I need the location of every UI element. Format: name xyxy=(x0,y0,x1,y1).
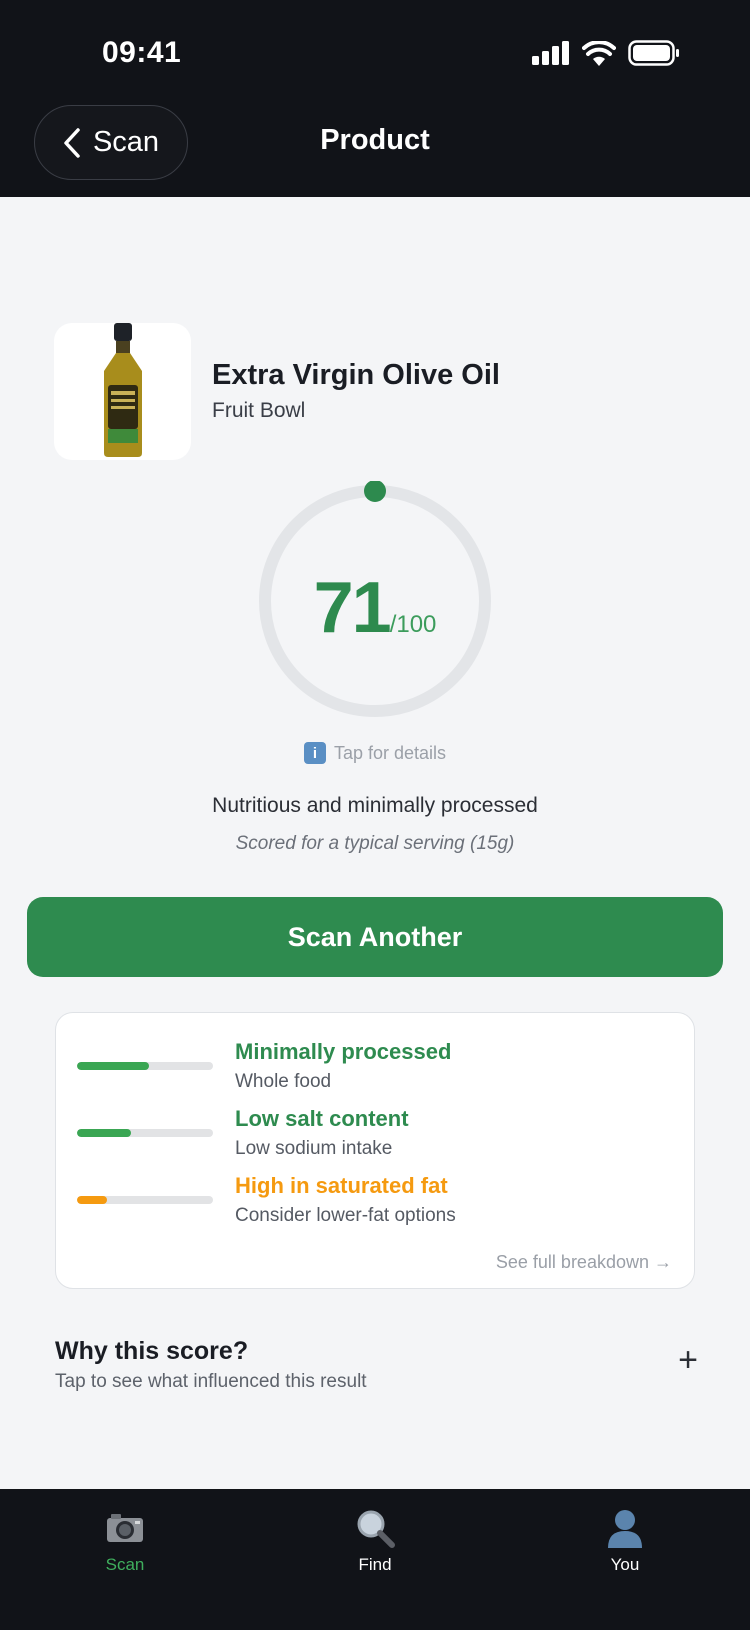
factor-row: Low salt content Low sodium intake xyxy=(56,1098,696,1160)
info-icon: i xyxy=(303,742,326,764)
why-title: Why this score? xyxy=(55,1337,249,1365)
factor-subtitle: Consider lower-fat options xyxy=(235,1205,456,1226)
factor-title: Low salt content xyxy=(235,1106,409,1131)
factor-subtitle: Whole food xyxy=(235,1071,332,1092)
see-full-breakdown-link[interactable]: See full breakdown → xyxy=(496,1252,672,1273)
tab-find-label: Find xyxy=(358,1555,392,1574)
main-content: Extra Virgin Olive Oil Fruit Bowl 71/100… xyxy=(0,197,750,1489)
status-icons xyxy=(532,40,680,66)
page-title: Product xyxy=(320,124,430,156)
tab-you-label: You xyxy=(610,1555,640,1574)
factor-title: High in saturated fat xyxy=(235,1173,448,1198)
camera-icon xyxy=(105,1507,145,1549)
signal-icon xyxy=(532,41,569,65)
why-subtitle: Tap to see what influenced this result xyxy=(55,1371,367,1392)
score-indicator-dot xyxy=(364,481,386,502)
factor-bar xyxy=(77,1196,213,1204)
factor-bar-fill xyxy=(77,1062,150,1070)
expand-plus-icon[interactable]: + xyxy=(678,1341,698,1380)
product-name: Extra Virgin Olive Oil xyxy=(212,359,500,391)
factor-subtitle: Low sodium intake xyxy=(235,1138,393,1159)
status-time: 09:41 xyxy=(102,36,182,69)
olive-oil-bottle-icon xyxy=(103,322,142,457)
wifi-icon xyxy=(582,40,616,66)
tab-scan[interactable]: Scan xyxy=(50,1507,200,1587)
tab-scan-label: Scan xyxy=(105,1555,145,1574)
score-number: 71 xyxy=(313,568,392,648)
factor-bar xyxy=(77,1062,213,1070)
tab-you[interactable]: You xyxy=(550,1507,700,1587)
factor-bar-fill xyxy=(77,1196,107,1204)
factor-bar xyxy=(77,1129,213,1137)
product-brand: Fruit Bowl xyxy=(212,399,306,422)
factor-title: Minimally processed xyxy=(235,1039,452,1064)
score-max: /100 xyxy=(389,611,437,638)
breakdown-card: Minimally processed Whole food Low salt … xyxy=(55,1012,695,1289)
magnifier-icon xyxy=(355,1507,395,1549)
top-bar: 09:41 Scan Product xyxy=(0,0,750,197)
serving-note: Scored for a typical serving (15g) xyxy=(235,833,515,854)
details-link-label: Tap for details xyxy=(333,742,447,763)
details-link[interactable]: i Tap for details xyxy=(0,742,750,764)
score-value[interactable]: 71/100 xyxy=(255,567,495,649)
factor-row: High in saturated fat Consider lower-fat… xyxy=(56,1165,696,1227)
score-verdict: Nutritious and minimally processed xyxy=(212,794,538,817)
battery-icon xyxy=(628,40,679,66)
factor-row: Minimally processed Whole food xyxy=(56,1031,696,1093)
factor-bar-fill xyxy=(77,1129,132,1137)
scan-another-button[interactable]: Scan Another xyxy=(27,897,723,977)
user-icon xyxy=(606,1507,644,1549)
tab-bar: Scan Find You xyxy=(0,1489,750,1630)
product-image xyxy=(54,322,191,460)
tab-find[interactable]: Find xyxy=(300,1507,450,1587)
why-this-score-section[interactable]: Why this score? Tap to see what influenc… xyxy=(40,1309,710,1409)
